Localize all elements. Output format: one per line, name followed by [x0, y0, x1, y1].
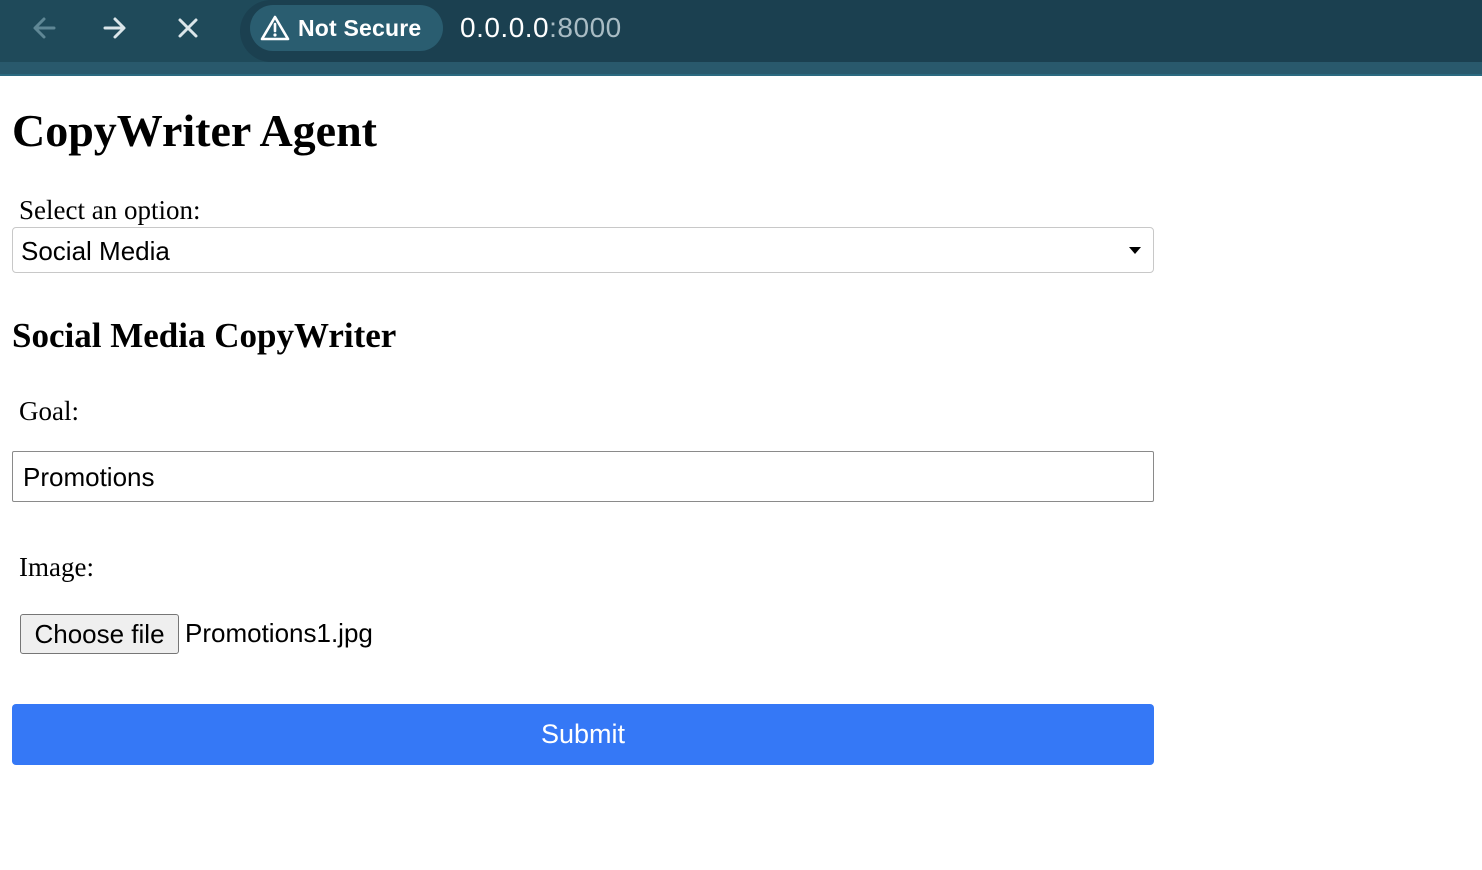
stop-loading-button[interactable]	[170, 10, 206, 46]
back-button[interactable]	[26, 10, 62, 46]
choose-file-button[interactable]: Choose file	[20, 614, 179, 654]
security-indicator[interactable]: Not Secure	[250, 5, 443, 51]
close-icon	[174, 14, 202, 42]
goal-value: Promotions	[23, 462, 155, 492]
option-select[interactable]: Social Media	[12, 227, 1154, 273]
security-label: Not Secure	[298, 14, 422, 41]
browser-toolbar-strip	[0, 62, 1482, 74]
arrow-left-icon	[29, 13, 59, 43]
browser-toolbar-divider	[0, 74, 1482, 76]
url-host: 0.0.0.0	[460, 12, 550, 43]
url-text[interactable]: 0.0.0.0:8000	[460, 12, 622, 44]
submit-button[interactable]: Submit	[12, 704, 1154, 765]
selected-file-name: Promotions1.jpg	[185, 618, 373, 648]
image-label: Image:	[19, 552, 94, 582]
goal-input[interactable]: Promotions	[12, 451, 1154, 502]
select-value: Social Media	[21, 236, 170, 266]
chevron-down-icon	[1129, 247, 1141, 254]
page-title: CopyWriter Agent	[12, 105, 377, 156]
select-label: Select an option:	[19, 195, 201, 225]
goal-label: Goal:	[19, 396, 79, 426]
warning-triangle-icon	[260, 14, 290, 42]
forward-button[interactable]	[97, 10, 133, 46]
arrow-right-icon	[100, 13, 130, 43]
url-port: :8000	[549, 12, 622, 43]
section-title: Social Media CopyWriter	[12, 316, 397, 355]
